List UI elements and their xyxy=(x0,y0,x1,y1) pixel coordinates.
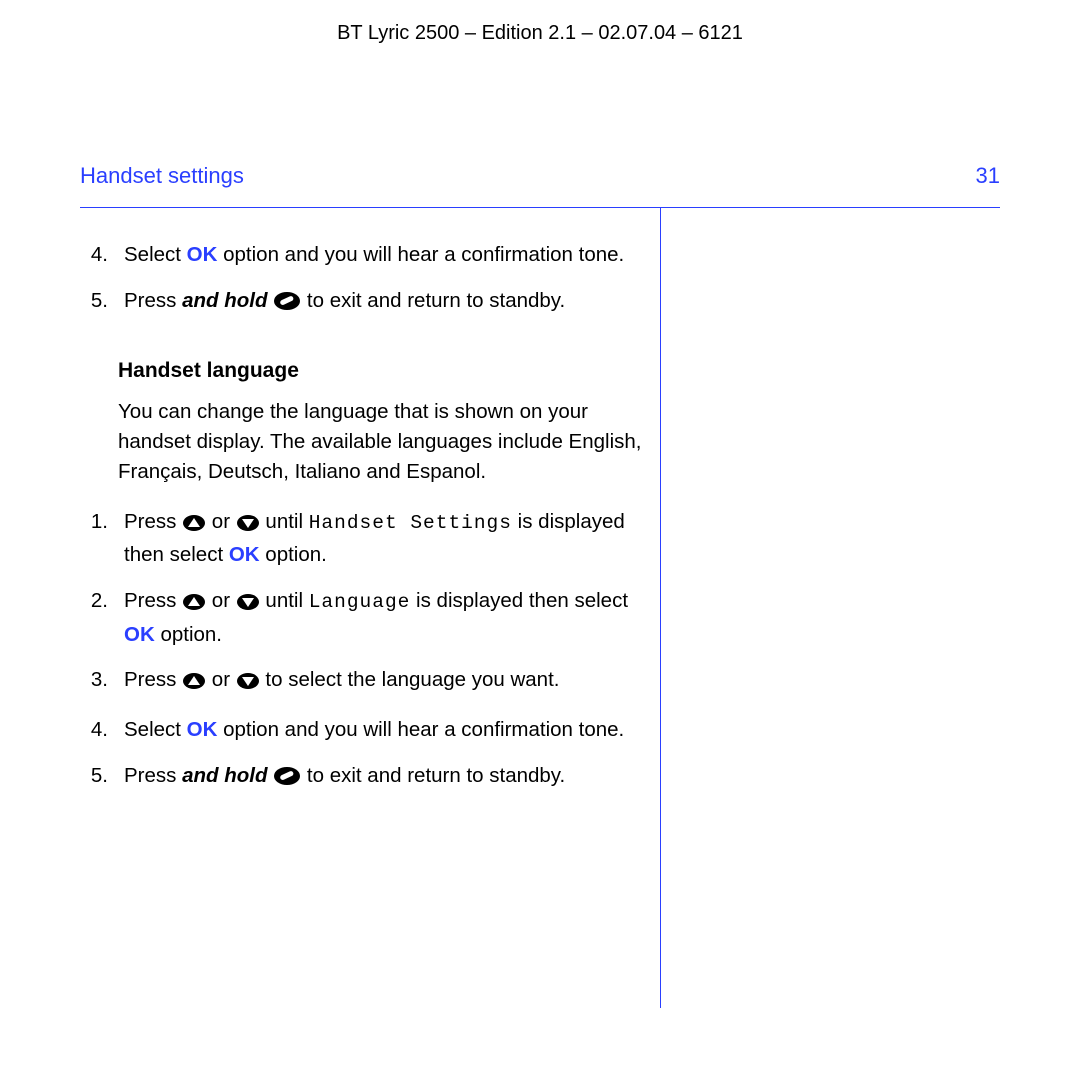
right-column xyxy=(660,208,1000,1008)
step-row: 4. Select OK option and you will hear a … xyxy=(80,240,642,270)
step-row: 2. Press or until Language is displayed … xyxy=(80,586,642,649)
title-row: Handset settings 31 xyxy=(0,45,1080,189)
step-number: 3. xyxy=(80,665,114,699)
section-title: Handset settings xyxy=(80,163,244,189)
step-text: Press and hold to exit and return to sta… xyxy=(124,286,642,320)
down-arrow-icon xyxy=(236,511,260,541)
end-call-icon xyxy=(273,765,301,795)
step-number: 2. xyxy=(80,586,114,649)
up-arrow-icon xyxy=(182,511,206,541)
columns: 4. Select OK option and you will hear a … xyxy=(0,208,1080,1008)
step-row: 5. Press and hold to exit and return to … xyxy=(80,286,642,320)
step-number: 5. xyxy=(80,286,114,320)
end-call-icon xyxy=(273,290,301,320)
step-text: Press or until Language is displayed the… xyxy=(124,586,642,649)
left-column: 4. Select OK option and you will hear a … xyxy=(80,208,660,1008)
step-number: 1. xyxy=(80,507,114,570)
intro-paragraph: You can change the language that is show… xyxy=(118,397,642,486)
step-text: Press or to select the language you want… xyxy=(124,665,642,699)
ok-label: OK xyxy=(124,623,155,646)
down-arrow-icon xyxy=(236,669,260,699)
page-number: 31 xyxy=(976,163,1000,189)
up-arrow-icon xyxy=(182,590,206,620)
menu-display-text: Handset Settings xyxy=(309,512,512,534)
up-arrow-icon xyxy=(182,669,206,699)
ok-label: OK xyxy=(187,243,218,266)
ok-label: OK xyxy=(187,718,218,741)
step-text: Press and hold to exit and return to sta… xyxy=(124,761,642,795)
and-hold: and hold xyxy=(182,289,267,312)
subheading: Handset language xyxy=(118,359,642,383)
step-row: 3. Press or to select the language you w… xyxy=(80,665,642,699)
and-hold: and hold xyxy=(182,764,267,787)
step-number: 4. xyxy=(80,240,114,270)
step-text: Select OK option and you will hear a con… xyxy=(124,715,642,745)
step-row: 4. Select OK option and you will hear a … xyxy=(80,715,642,745)
step-number: 4. xyxy=(80,715,114,745)
ok-label: OK xyxy=(229,543,260,566)
down-arrow-icon xyxy=(236,590,260,620)
step-text: Select OK option and you will hear a con… xyxy=(124,240,642,270)
step-text: Press or until Handset Settings is displ… xyxy=(124,507,642,570)
step-number: 5. xyxy=(80,761,114,795)
document-header: BT Lyric 2500 – Edition 2.1 – 02.07.04 –… xyxy=(0,0,1080,45)
menu-display-text: Language xyxy=(309,591,411,613)
step-row: 5. Press and hold to exit and return to … xyxy=(80,761,642,795)
document-page: BT Lyric 2500 – Edition 2.1 – 02.07.04 –… xyxy=(0,0,1080,1077)
step-row: 1. Press or until Handset Settings is di… xyxy=(80,507,642,570)
